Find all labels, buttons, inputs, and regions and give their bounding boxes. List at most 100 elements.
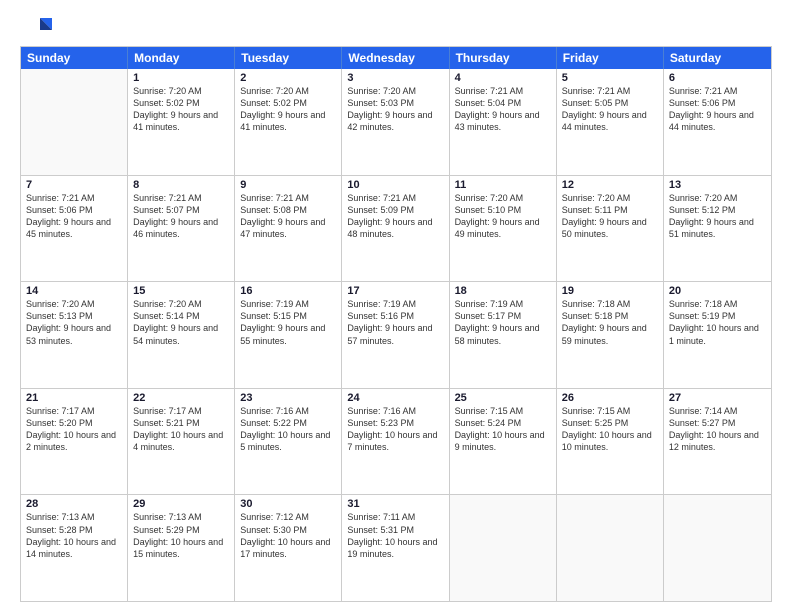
day-number: 9 — [240, 179, 336, 191]
calendar-cell: 15Sunrise: 7:20 AM Sunset: 5:14 PM Dayli… — [128, 282, 235, 388]
day-info: Sunrise: 7:20 AM Sunset: 5:13 PM Dayligh… — [26, 298, 122, 347]
day-info: Sunrise: 7:18 AM Sunset: 5:18 PM Dayligh… — [562, 298, 658, 347]
day-number: 1 — [133, 72, 229, 84]
calendar-cell: 2Sunrise: 7:20 AM Sunset: 5:02 PM Daylig… — [235, 69, 342, 175]
calendar-cell: 31Sunrise: 7:11 AM Sunset: 5:31 PM Dayli… — [342, 495, 449, 601]
calendar-cell: 7Sunrise: 7:21 AM Sunset: 5:06 PM Daylig… — [21, 176, 128, 282]
calendar-cell — [450, 495, 557, 601]
day-info: Sunrise: 7:14 AM Sunset: 5:27 PM Dayligh… — [669, 405, 766, 454]
day-info: Sunrise: 7:21 AM Sunset: 5:09 PM Dayligh… — [347, 192, 443, 241]
calendar-cell: 3Sunrise: 7:20 AM Sunset: 5:03 PM Daylig… — [342, 69, 449, 175]
calendar-cell: 12Sunrise: 7:20 AM Sunset: 5:11 PM Dayli… — [557, 176, 664, 282]
day-number: 26 — [562, 392, 658, 404]
day-number: 6 — [669, 72, 766, 84]
calendar-cell: 14Sunrise: 7:20 AM Sunset: 5:13 PM Dayli… — [21, 282, 128, 388]
calendar-cell: 6Sunrise: 7:21 AM Sunset: 5:06 PM Daylig… — [664, 69, 771, 175]
day-number: 21 — [26, 392, 122, 404]
day-info: Sunrise: 7:16 AM Sunset: 5:22 PM Dayligh… — [240, 405, 336, 454]
header-monday: Monday — [128, 47, 235, 69]
day-info: Sunrise: 7:13 AM Sunset: 5:29 PM Dayligh… — [133, 511, 229, 560]
day-number: 20 — [669, 285, 766, 297]
calendar-cell: 19Sunrise: 7:18 AM Sunset: 5:18 PM Dayli… — [557, 282, 664, 388]
calendar-cell: 28Sunrise: 7:13 AM Sunset: 5:28 PM Dayli… — [21, 495, 128, 601]
day-info: Sunrise: 7:21 AM Sunset: 5:05 PM Dayligh… — [562, 85, 658, 134]
day-number: 25 — [455, 392, 551, 404]
day-number: 8 — [133, 179, 229, 191]
day-info: Sunrise: 7:16 AM Sunset: 5:23 PM Dayligh… — [347, 405, 443, 454]
calendar-cell: 23Sunrise: 7:16 AM Sunset: 5:22 PM Dayli… — [235, 389, 342, 495]
day-number: 12 — [562, 179, 658, 191]
calendar-body: 1 Sunrise: 7:20 AM Sunset: 5:02 PM Daylig… — [21, 69, 771, 601]
day-number: 28 — [26, 498, 122, 510]
calendar-header: Sunday Monday Tuesday Wednesday Thursday… — [21, 47, 771, 69]
calendar-cell: 16Sunrise: 7:19 AM Sunset: 5:15 PM Dayli… — [235, 282, 342, 388]
day-number: 16 — [240, 285, 336, 297]
header-sunday: Sunday — [21, 47, 128, 69]
day-number: 13 — [669, 179, 766, 191]
day-number: 27 — [669, 392, 766, 404]
calendar-week-5: 28Sunrise: 7:13 AM Sunset: 5:28 PM Dayli… — [21, 495, 771, 601]
page: Sunday Monday Tuesday Wednesday Thursday… — [0, 0, 792, 612]
calendar-cell: 21Sunrise: 7:17 AM Sunset: 5:20 PM Dayli… — [21, 389, 128, 495]
calendar-cell — [557, 495, 664, 601]
day-info: Sunrise: 7:19 AM Sunset: 5:16 PM Dayligh… — [347, 298, 443, 347]
calendar-cell: 5Sunrise: 7:21 AM Sunset: 5:05 PM Daylig… — [557, 69, 664, 175]
calendar-cell: 29Sunrise: 7:13 AM Sunset: 5:29 PM Dayli… — [128, 495, 235, 601]
day-info: Sunrise: 7:21 AM Sunset: 5:06 PM Dayligh… — [669, 85, 766, 134]
header-tuesday: Tuesday — [235, 47, 342, 69]
day-info: Sunrise: 7:20 AM Sunset: 5:10 PM Dayligh… — [455, 192, 551, 241]
day-info: Sunrise: 7:20 AM Sunset: 5:03 PM Dayligh… — [347, 85, 443, 134]
day-info: Sunrise: 7:21 AM Sunset: 5:07 PM Dayligh… — [133, 192, 229, 241]
day-number: 23 — [240, 392, 336, 404]
day-number: 31 — [347, 498, 443, 510]
header-friday: Friday — [557, 47, 664, 69]
calendar-cell: 11Sunrise: 7:20 AM Sunset: 5:10 PM Dayli… — [450, 176, 557, 282]
day-info: Sunrise: 7:17 AM Sunset: 5:21 PM Dayligh… — [133, 405, 229, 454]
day-number: 18 — [455, 285, 551, 297]
day-number: 22 — [133, 392, 229, 404]
calendar-cell: 20Sunrise: 7:18 AM Sunset: 5:19 PM Dayli… — [664, 282, 771, 388]
day-number: 5 — [562, 72, 658, 84]
calendar-cell: 30Sunrise: 7:12 AM Sunset: 5:30 PM Dayli… — [235, 495, 342, 601]
day-info: Sunrise: 7:20 AM Sunset: 5:02 PM Dayligh… — [240, 85, 336, 134]
day-number: 3 — [347, 72, 443, 84]
day-number: 30 — [240, 498, 336, 510]
day-info: Sunrise: 7:13 AM Sunset: 5:28 PM Dayligh… — [26, 511, 122, 560]
calendar-cell: 9Sunrise: 7:21 AM Sunset: 5:08 PM Daylig… — [235, 176, 342, 282]
calendar-week-3: 14Sunrise: 7:20 AM Sunset: 5:13 PM Dayli… — [21, 282, 771, 389]
day-number: 24 — [347, 392, 443, 404]
day-info: Sunrise: 7:17 AM Sunset: 5:20 PM Dayligh… — [26, 405, 122, 454]
day-number: 19 — [562, 285, 658, 297]
calendar-cell: 18Sunrise: 7:19 AM Sunset: 5:17 PM Dayli… — [450, 282, 557, 388]
header-saturday: Saturday — [664, 47, 771, 69]
calendar-cell: 25Sunrise: 7:15 AM Sunset: 5:24 PM Dayli… — [450, 389, 557, 495]
day-number: 17 — [347, 285, 443, 297]
calendar-cell: 17Sunrise: 7:19 AM Sunset: 5:16 PM Dayli… — [342, 282, 449, 388]
day-number: 14 — [26, 285, 122, 297]
calendar-week-4: 21Sunrise: 7:17 AM Sunset: 5:20 PM Dayli… — [21, 389, 771, 496]
day-info: Sunrise: 7:18 AM Sunset: 5:19 PM Dayligh… — [669, 298, 766, 347]
day-info: Sunrise: 7:21 AM Sunset: 5:06 PM Dayligh… — [26, 192, 122, 241]
day-info: Sunrise: 7:11 AM Sunset: 5:31 PM Dayligh… — [347, 511, 443, 560]
calendar-cell: 4Sunrise: 7:21 AM Sunset: 5:04 PM Daylig… — [450, 69, 557, 175]
header-thursday: Thursday — [450, 47, 557, 69]
day-number: 7 — [26, 179, 122, 191]
calendar-cell: 27Sunrise: 7:14 AM Sunset: 5:27 PM Dayli… — [664, 389, 771, 495]
day-info: Sunrise: 7:19 AM Sunset: 5:17 PM Dayligh… — [455, 298, 551, 347]
calendar-cell: 26Sunrise: 7:15 AM Sunset: 5:25 PM Dayli… — [557, 389, 664, 495]
calendar-week-2: 7Sunrise: 7:21 AM Sunset: 5:06 PM Daylig… — [21, 176, 771, 283]
day-info: Sunrise: 7:21 AM Sunset: 5:04 PM Dayligh… — [455, 85, 551, 134]
header-wednesday: Wednesday — [342, 47, 449, 69]
day-number: 29 — [133, 498, 229, 510]
calendar-week-1: 1 Sunrise: 7:20 AM Sunset: 5:02 PM Daylig… — [21, 69, 771, 176]
calendar-cell: 1Sunrise: 7:20 AM Sunset: 5:02 PM Daylig… — [128, 69, 235, 175]
day-info: Sunrise: 7:21 AM Sunset: 5:08 PM Dayligh… — [240, 192, 336, 241]
day-number: 4 — [455, 72, 551, 84]
header — [20, 16, 772, 38]
day-number: 10 — [347, 179, 443, 191]
calendar-cell: 8Sunrise: 7:21 AM Sunset: 5:07 PM Daylig… — [128, 176, 235, 282]
day-info: Sunrise: 7:20 AM Sunset: 5:12 PM Dayligh… — [669, 192, 766, 241]
calendar-cell: 10Sunrise: 7:21 AM Sunset: 5:09 PM Dayli… — [342, 176, 449, 282]
logo — [20, 16, 56, 38]
day-info: Sunrise: 7:20 AM Sunset: 5:11 PM Dayligh… — [562, 192, 658, 241]
